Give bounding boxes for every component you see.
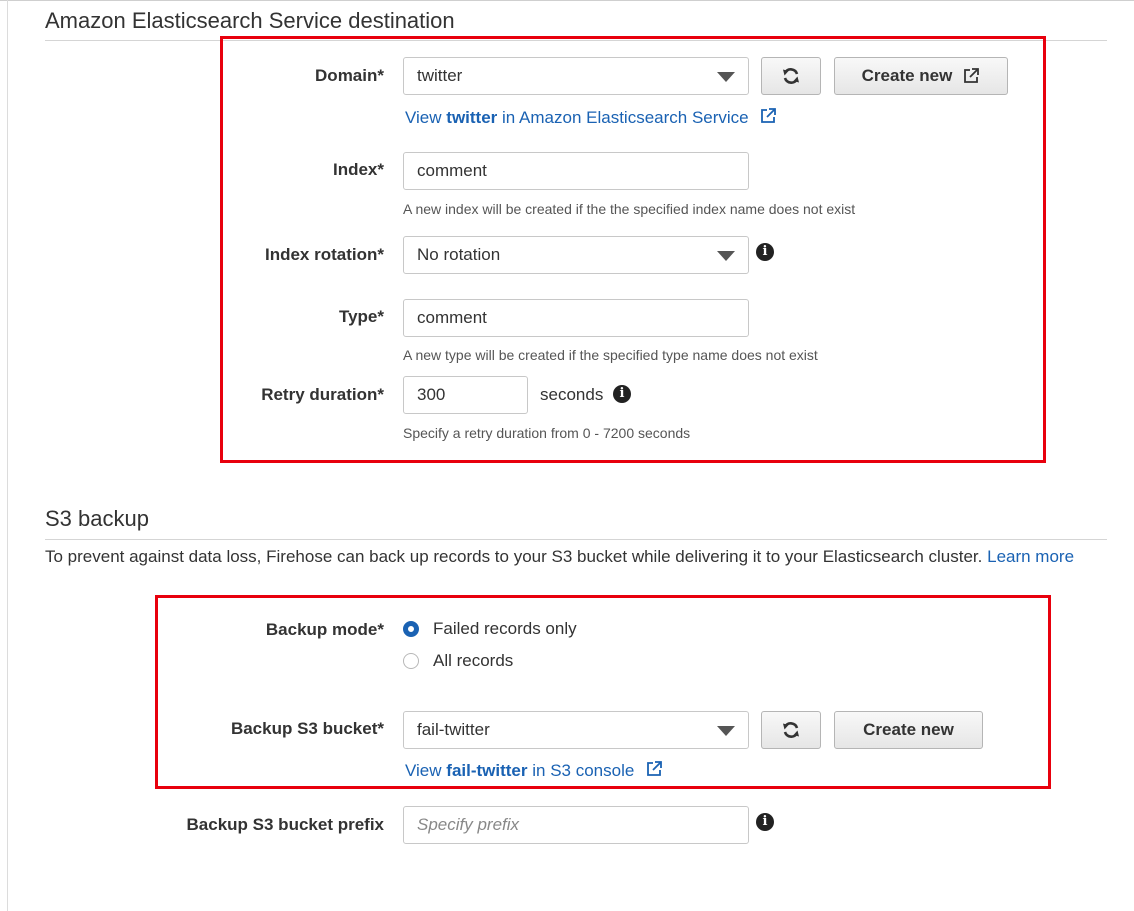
view-bucket-name: fail-twitter xyxy=(446,761,528,780)
retry-duration-label: Retry duration* xyxy=(261,385,384,404)
s3-description-text: To prevent against data loss, Firehose c… xyxy=(45,547,983,566)
radio-all-records[interactable]: All records xyxy=(403,651,513,671)
index-input[interactable]: comment xyxy=(403,152,749,190)
s3-description: To prevent against data loss, Firehose c… xyxy=(45,547,1074,567)
backup-mode-label: Backup mode* xyxy=(265,620,384,639)
domain-refresh-button[interactable] xyxy=(761,57,821,95)
external-link-icon xyxy=(761,108,777,123)
view-domain-link[interactable]: View twitter in Amazon Elasticsearch Ser… xyxy=(405,107,777,128)
backup-bucket-select[interactable]: fail-twitter xyxy=(403,711,749,749)
info-icon[interactable]: i xyxy=(756,813,774,831)
info-icon[interactable]: i xyxy=(756,243,774,261)
index-rotation-select[interactable]: No rotation xyxy=(403,236,749,274)
top-border xyxy=(0,0,1134,1)
external-link-icon xyxy=(647,761,662,776)
bucket-create-new-label: Create new xyxy=(863,720,954,739)
domain-select[interactable]: twitter xyxy=(403,57,749,95)
chevron-down-icon xyxy=(717,726,735,736)
info-icon[interactable]: i xyxy=(613,385,631,403)
backup-prefix-input[interactable]: Specify prefix xyxy=(403,806,749,844)
type-hint: A new type will be created if the specif… xyxy=(403,347,818,363)
view-bucket-link[interactable]: View fail-twitter in S3 console xyxy=(405,760,663,781)
view-bucket-suffix: in S3 console xyxy=(532,761,635,780)
type-input[interactable]: comment xyxy=(403,299,749,337)
refresh-icon xyxy=(783,68,799,84)
index-rotation-label: Index rotation* xyxy=(264,245,384,264)
section-title-es: Amazon Elasticsearch Service destination xyxy=(45,8,455,33)
backup-bucket-value: fail-twitter xyxy=(417,720,490,739)
domain-create-new-button[interactable]: Create new xyxy=(834,57,1008,95)
radio-button-unselected[interactable] xyxy=(403,653,419,669)
domain-create-new-label: Create new xyxy=(861,66,953,85)
domain-label: Domain* xyxy=(315,66,384,85)
type-label: Type* xyxy=(338,307,384,326)
view-domain-suffix: in Amazon Elasticsearch Service xyxy=(502,108,749,127)
retry-duration-input[interactable]: 300 xyxy=(403,376,528,414)
divider-s3 xyxy=(45,539,1107,540)
bucket-create-new-button[interactable]: Create new xyxy=(834,711,983,749)
radio-button-selected[interactable] xyxy=(403,621,419,637)
radio-failed-records-label: Failed records only xyxy=(433,619,577,638)
bucket-refresh-button[interactable] xyxy=(761,711,821,749)
radio-all-records-label: All records xyxy=(433,651,514,670)
retry-duration-units: seconds xyxy=(540,385,604,404)
section-title-s3: S3 backup xyxy=(45,506,149,531)
retry-duration-hint: Specify a retry duration from 0 - 7200 s… xyxy=(403,425,691,441)
chevron-down-icon xyxy=(717,251,735,261)
chevron-down-icon xyxy=(717,72,735,82)
index-label: Index* xyxy=(332,160,384,179)
index-hint: A new index will be created if the the s… xyxy=(403,201,856,217)
learn-more-link[interactable]: Learn more xyxy=(987,547,1074,566)
view-domain-prefix: View xyxy=(405,108,442,127)
refresh-icon xyxy=(783,722,799,738)
view-domain-name: twitter xyxy=(446,108,498,127)
radio-failed-records[interactable]: Failed records only xyxy=(403,619,577,639)
backup-bucket-label: Backup S3 bucket* xyxy=(230,719,384,738)
left-border xyxy=(7,0,8,911)
external-link-icon xyxy=(964,68,980,83)
domain-value: twitter xyxy=(417,66,463,85)
index-rotation-value: No rotation xyxy=(417,245,501,264)
view-bucket-prefix: View xyxy=(405,761,442,780)
backup-prefix-label: Backup S3 bucket prefix xyxy=(186,815,384,834)
